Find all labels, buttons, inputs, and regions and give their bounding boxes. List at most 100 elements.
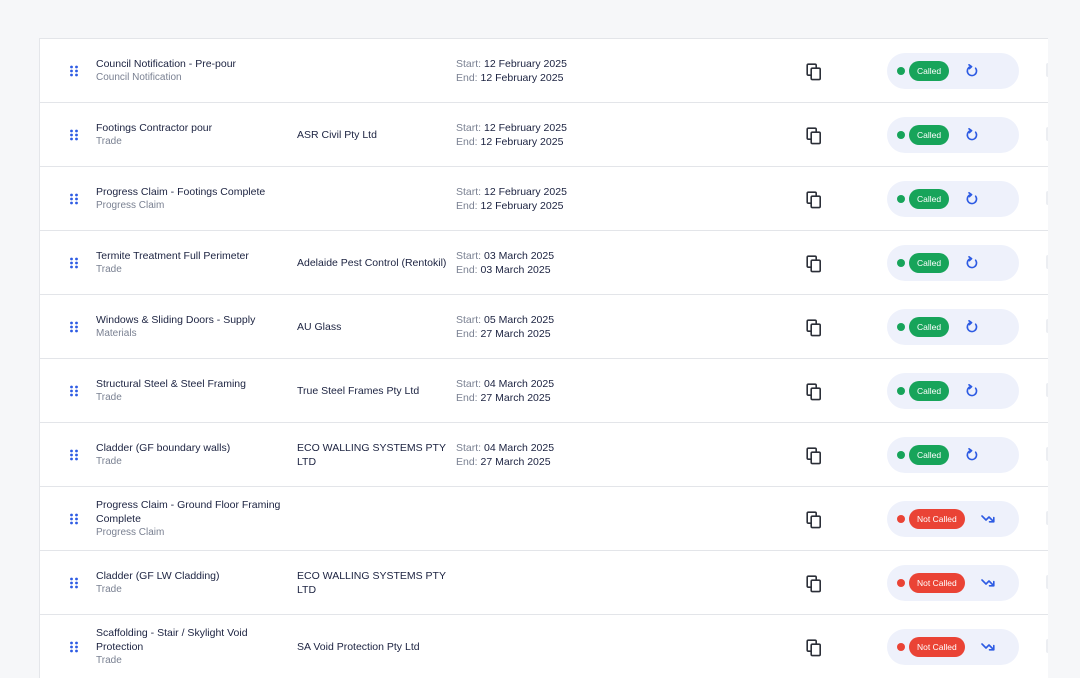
- copy-icon[interactable]: [806, 447, 822, 465]
- task-name: Footings Contractor pour: [96, 121, 213, 134]
- status-pill: Called: [887, 437, 1019, 473]
- status-pill: Not Called: [887, 629, 1019, 665]
- copy-icon[interactable]: [806, 575, 822, 593]
- status-badge[interactable]: Called: [909, 381, 950, 401]
- drag-handle-icon[interactable]: [69, 385, 79, 397]
- status-badge[interactable]: Called: [909, 445, 950, 465]
- trend-arrow-icon[interactable]: [981, 640, 995, 654]
- task-info: Windows & Sliding Doors - Supply Materia…: [96, 295, 296, 358]
- status-badge[interactable]: Called: [909, 189, 950, 209]
- row-edge-indicator: [1046, 127, 1048, 141]
- refresh-icon[interactable]: [965, 256, 979, 270]
- refresh-icon[interactable]: [965, 64, 979, 78]
- drag-handle-icon[interactable]: [69, 257, 79, 269]
- supplier-name: SA Void Protection Pty Ltd: [297, 640, 420, 653]
- drag-handle-icon[interactable]: [69, 513, 79, 525]
- status-pill: Not Called: [887, 565, 1019, 601]
- row-edge-indicator: [1046, 319, 1048, 333]
- status-badge[interactable]: Called: [909, 317, 950, 337]
- supplier-name: ASR Civil Pty Ltd: [297, 128, 377, 141]
- schedule-row[interactable]: Windows & Sliding Doors - Supply Materia…: [40, 295, 1048, 359]
- task-name: Progress Claim - Ground Floor Framing Co…: [96, 498, 281, 525]
- start-label: Start:: [456, 121, 485, 134]
- start-date: 12 February 2025: [484, 121, 567, 134]
- end-date-line: End: 12 February 2025: [456, 71, 567, 85]
- copy-icon[interactable]: [806, 383, 822, 401]
- refresh-icon[interactable]: [965, 320, 979, 334]
- schedule-row[interactable]: Footings Contractor pour Trade ASR Civil…: [40, 103, 1048, 167]
- drag-handle-icon[interactable]: [69, 449, 79, 461]
- end-date: 27 March 2025: [480, 327, 551, 340]
- task-info: Structural Steel & Steel Framing Trade: [96, 359, 296, 422]
- start-label: Start:: [456, 57, 485, 70]
- status-pill: Called: [887, 309, 1019, 345]
- refresh-icon[interactable]: [965, 192, 979, 206]
- task-name: Structural Steel & Steel Framing: [96, 377, 246, 390]
- drag-handle-icon[interactable]: [69, 193, 79, 205]
- schedule-row[interactable]: Scaffolding - Stair / Skylight Void Prot…: [40, 615, 1048, 678]
- status-badge[interactable]: Called: [909, 125, 950, 145]
- supplier-name: True Steel Frames Pty Ltd: [297, 384, 420, 397]
- schedule-row[interactable]: Cladder (GF boundary walls) Trade ECO WA…: [40, 423, 1048, 487]
- copy-icon[interactable]: [806, 191, 822, 209]
- schedule-row[interactable]: Progress Claim - Footings Complete Progr…: [40, 167, 1048, 231]
- task-info: Cladder (GF boundary walls) Trade: [96, 423, 296, 486]
- schedule-list: Council Notification - Pre-pour Council …: [39, 38, 1048, 678]
- copy-icon[interactable]: [806, 63, 822, 81]
- supplier-name: ECO WALLING SYSTEMS PTY LTD: [297, 569, 446, 596]
- drag-handle-icon[interactable]: [69, 321, 79, 333]
- start-date: 04 March 2025: [484, 441, 555, 454]
- task-name: Windows & Sliding Doors - Supply: [96, 313, 256, 326]
- start-date-line: Start: 03 March 2025: [456, 249, 554, 263]
- status-dot: [897, 451, 905, 459]
- drag-handle-icon[interactable]: [69, 577, 79, 589]
- schedule-row[interactable]: Council Notification - Pre-pour Council …: [40, 38, 1048, 103]
- status-dot: [897, 515, 905, 523]
- supplier-name: [297, 487, 447, 550]
- status-badge[interactable]: Called: [909, 61, 950, 81]
- status-badge[interactable]: Not Called: [909, 509, 965, 529]
- copy-icon[interactable]: [806, 255, 822, 273]
- refresh-icon[interactable]: [965, 128, 979, 142]
- start-date: 03 March 2025: [484, 249, 555, 262]
- copy-icon[interactable]: [806, 639, 822, 657]
- start-date-line: Start: 12 February 2025: [456, 57, 567, 71]
- refresh-icon[interactable]: [965, 448, 979, 462]
- schedule-row[interactable]: Progress Claim - Ground Floor Framing Co…: [40, 487, 1048, 551]
- schedule-row[interactable]: Cladder (GF LW Cladding) Trade ECO WALLI…: [40, 551, 1048, 615]
- task-type: Council Notification: [96, 71, 182, 83]
- supplier-name: [297, 167, 447, 230]
- supplier-name: AU Glass: [297, 320, 342, 333]
- date-range: Start: 05 March 2025 End: 27 March 2025: [456, 295, 554, 358]
- drag-handle-icon[interactable]: [69, 129, 79, 141]
- refresh-icon[interactable]: [965, 384, 979, 398]
- schedule-row[interactable]: Structural Steel & Steel Framing Trade T…: [40, 359, 1048, 423]
- end-date-line: End: 27 March 2025: [456, 455, 554, 469]
- end-date: 12 February 2025: [480, 71, 564, 84]
- date-range: Start: 12 February 2025 End: 12 February…: [456, 167, 567, 230]
- task-info: Cladder (GF LW Cladding) Trade: [96, 551, 296, 614]
- end-label: End:: [456, 263, 481, 276]
- row-edge-indicator: [1046, 511, 1048, 525]
- row-edge-indicator: [1046, 191, 1048, 205]
- status-dot: [897, 579, 905, 587]
- drag-handle-icon[interactable]: [69, 65, 79, 77]
- status-badge[interactable]: Not Called: [909, 573, 965, 593]
- copy-icon[interactable]: [806, 511, 822, 529]
- end-date: 12 February 2025: [480, 199, 564, 212]
- end-label: End:: [456, 71, 481, 84]
- copy-icon[interactable]: [806, 319, 822, 337]
- status-badge[interactable]: Called: [909, 253, 950, 273]
- date-range: Start: 03 March 2025 End: 03 March 2025: [456, 231, 554, 294]
- trend-arrow-icon[interactable]: [981, 512, 995, 526]
- start-date-line: Start: 04 March 2025: [456, 441, 554, 455]
- schedule-row[interactable]: Termite Treatment Full Perimeter Trade A…: [40, 231, 1048, 295]
- task-type: Trade: [96, 263, 122, 275]
- supplier-name: ECO WALLING SYSTEMS PTY LTD: [297, 441, 446, 468]
- trend-arrow-icon[interactable]: [981, 576, 995, 590]
- row-edge-indicator: [1046, 447, 1048, 461]
- end-label: End:: [456, 391, 481, 404]
- drag-handle-icon[interactable]: [69, 641, 79, 653]
- status-badge[interactable]: Not Called: [909, 637, 965, 657]
- copy-icon[interactable]: [806, 127, 822, 145]
